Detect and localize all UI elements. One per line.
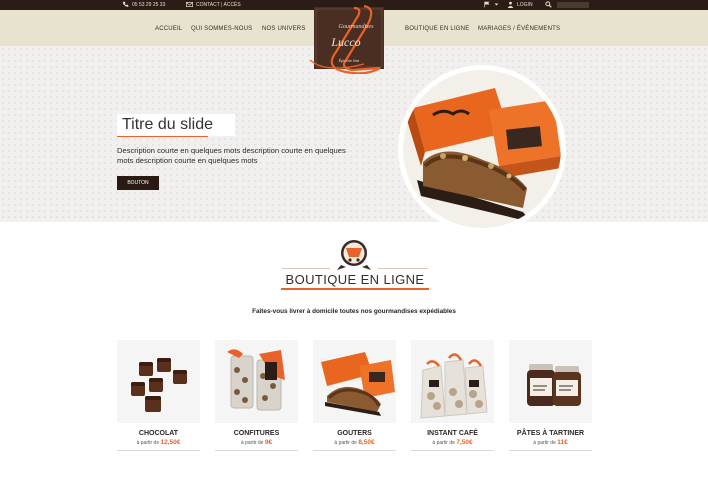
nav-item-nos-univers[interactable]: NOS UNIVERS bbox=[262, 26, 306, 32]
nav-item-boutique-en-ligne[interactable]: BOUTIQUE EN LIGNE bbox=[405, 26, 469, 32]
phone-number: 05 53 29 25 33 bbox=[132, 1, 166, 8]
slide-title-underline bbox=[117, 136, 208, 137]
login-label: LOGIN bbox=[517, 1, 533, 8]
hero-image bbox=[403, 70, 561, 228]
product-card-pates-a-tartiner[interactable]: PÂTES À TARTINER à partir de 11€ bbox=[509, 340, 592, 451]
price-value: 8,50€ bbox=[358, 439, 375, 446]
product-price: à partir de 7,50€ bbox=[411, 439, 494, 446]
slide-description: Description courte en quelques mots desc… bbox=[117, 146, 346, 165]
product-name[interactable]: INSTANT CAFÉ bbox=[411, 430, 494, 437]
product-image[interactable] bbox=[509, 340, 592, 423]
price-prefix: à partir de bbox=[533, 440, 556, 446]
boutique-badge-icon bbox=[334, 238, 374, 272]
contact-link[interactable]: CONTACT | ACCÈS bbox=[186, 1, 241, 8]
product-divider bbox=[509, 450, 592, 451]
slide-title: Titre du slide bbox=[117, 114, 235, 136]
title-rule-left bbox=[282, 268, 330, 269]
product-name[interactable]: CONFITURES bbox=[215, 430, 298, 437]
price-value: 7,50€ bbox=[456, 439, 473, 446]
price-value: 11€ bbox=[557, 439, 568, 446]
search-icon[interactable] bbox=[545, 1, 552, 8]
envelope-icon bbox=[186, 2, 193, 7]
product-divider bbox=[215, 450, 298, 451]
nav-item-mariages-evenements[interactable]: MARIAGES / ÉVÉNEMENTS bbox=[478, 26, 560, 32]
logo-line3: Épicerie fine bbox=[339, 58, 360, 63]
price-prefix: à partir de bbox=[432, 440, 455, 446]
search-input[interactable] bbox=[557, 2, 589, 8]
price-value: 12,50€ bbox=[160, 439, 181, 446]
title-rule-right bbox=[378, 268, 428, 269]
boutique-title: BOUTIQUE EN LIGNE bbox=[285, 272, 425, 287]
product-price: à partir de 9€ bbox=[215, 439, 298, 446]
nav-item-qui-sommes-nous[interactable]: QUI SOMMES-NOUS bbox=[191, 26, 252, 32]
product-price: à partir de 12,50€ bbox=[117, 439, 200, 446]
product-divider bbox=[117, 450, 200, 451]
product-image[interactable] bbox=[215, 340, 298, 423]
price-prefix: à partir de bbox=[240, 440, 264, 446]
product-image[interactable] bbox=[411, 340, 494, 423]
contact-label: CONTACT | ACCÈS bbox=[196, 1, 241, 8]
page: 05 53 29 25 33 CONTACT | ACCÈS LOGIN ACC… bbox=[0, 0, 708, 486]
product-name[interactable]: CHOCOLAT bbox=[117, 430, 200, 437]
product-image[interactable] bbox=[117, 340, 200, 423]
nav-item-accueil[interactable]: ACCUEIL bbox=[155, 26, 182, 32]
phone-icon bbox=[122, 1, 129, 7]
product-price: à partir de 8,50€ bbox=[313, 439, 396, 446]
phone-link[interactable]: 05 53 29 25 33 bbox=[122, 1, 165, 8]
logo-line2: Lucco bbox=[330, 35, 360, 49]
user-icon bbox=[507, 1, 514, 8]
price-prefix: à partir de bbox=[334, 440, 357, 446]
boutique-subtitle: Faîtes-vous livrer à domicile toutes nos… bbox=[252, 308, 456, 315]
price-value: 9€ bbox=[264, 439, 273, 446]
product-card-gouters[interactable]: GOUTERS à partir de 8,50€ bbox=[313, 340, 396, 451]
product-name[interactable]: GOUTERS bbox=[313, 430, 396, 437]
login-link[interactable]: LOGIN bbox=[507, 1, 533, 8]
product-divider bbox=[313, 450, 396, 451]
product-card-instant-cafe[interactable]: INSTANT CAFÉ à partir de 7,50€ bbox=[411, 340, 494, 451]
flag-icon bbox=[484, 1, 490, 8]
product-name[interactable]: PÂTES À TARTINER bbox=[509, 430, 592, 437]
product-card-confitures[interactable]: CONFITURES à partir de 9€ bbox=[215, 340, 298, 451]
product-price: à partir de 11€ bbox=[509, 439, 592, 446]
product-image[interactable] bbox=[313, 340, 396, 423]
chevron-down-icon bbox=[494, 3, 499, 6]
boutique-title-underline bbox=[281, 288, 429, 290]
logo-line1: Gourmandises bbox=[338, 24, 374, 30]
slide-button[interactable]: BOUTON bbox=[117, 176, 159, 190]
site-logo[interactable]: Gourmandises Lucco Épicerie fine bbox=[306, 4, 392, 75]
price-prefix: à partir de bbox=[136, 440, 160, 446]
product-divider bbox=[411, 450, 494, 451]
language-select[interactable] bbox=[484, 1, 499, 8]
product-card-chocolat[interactable]: CHOCOLAT à partir de 12,50€ bbox=[117, 340, 200, 451]
